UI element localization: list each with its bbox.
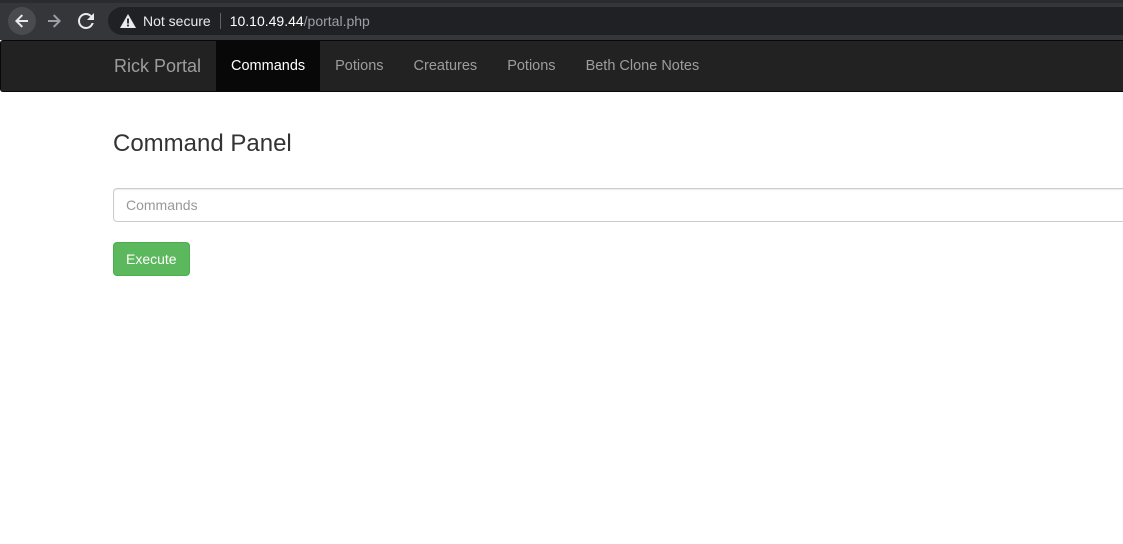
warning-triangle-icon[interactable] xyxy=(120,14,136,28)
security-label[interactable]: Not secure xyxy=(143,13,211,29)
page-title: Command Panel xyxy=(113,130,292,157)
main-content: Command Panel Execute xyxy=(113,92,1123,276)
url-host: 10.10.49.44 xyxy=(229,13,304,29)
nav-item-potions-2[interactable]: Potions xyxy=(492,41,570,91)
forward-arrow-icon xyxy=(46,13,62,29)
back-arrow-icon xyxy=(14,13,30,29)
brand-link[interactable]: Rick Portal xyxy=(114,41,201,91)
nav-item-beth-clone-notes[interactable]: Beth Clone Notes xyxy=(571,41,715,91)
browser-toolbar: Not secure 10.10.49.44/portal.php xyxy=(0,0,1123,40)
url-path: /portal.php xyxy=(303,13,370,29)
nav-item-commands[interactable]: Commands xyxy=(216,41,321,91)
execute-button[interactable]: Execute xyxy=(113,242,190,276)
reload-button[interactable] xyxy=(72,7,100,35)
nav-item-creatures[interactable]: Creatures xyxy=(399,41,493,91)
nav-links: Commands Potions Creatures Potions Beth … xyxy=(216,41,714,91)
address-divider xyxy=(219,13,221,29)
site-navbar: Rick Portal Commands Potions Creatures P… xyxy=(0,40,1123,92)
reload-icon xyxy=(78,13,94,29)
forward-button[interactable] xyxy=(40,7,68,35)
nav-item-potions[interactable]: Potions xyxy=(320,41,398,91)
address-bar[interactable]: Not secure 10.10.49.44/portal.php xyxy=(108,7,1123,35)
back-button[interactable] xyxy=(8,7,36,35)
commands-input[interactable] xyxy=(113,188,1123,222)
